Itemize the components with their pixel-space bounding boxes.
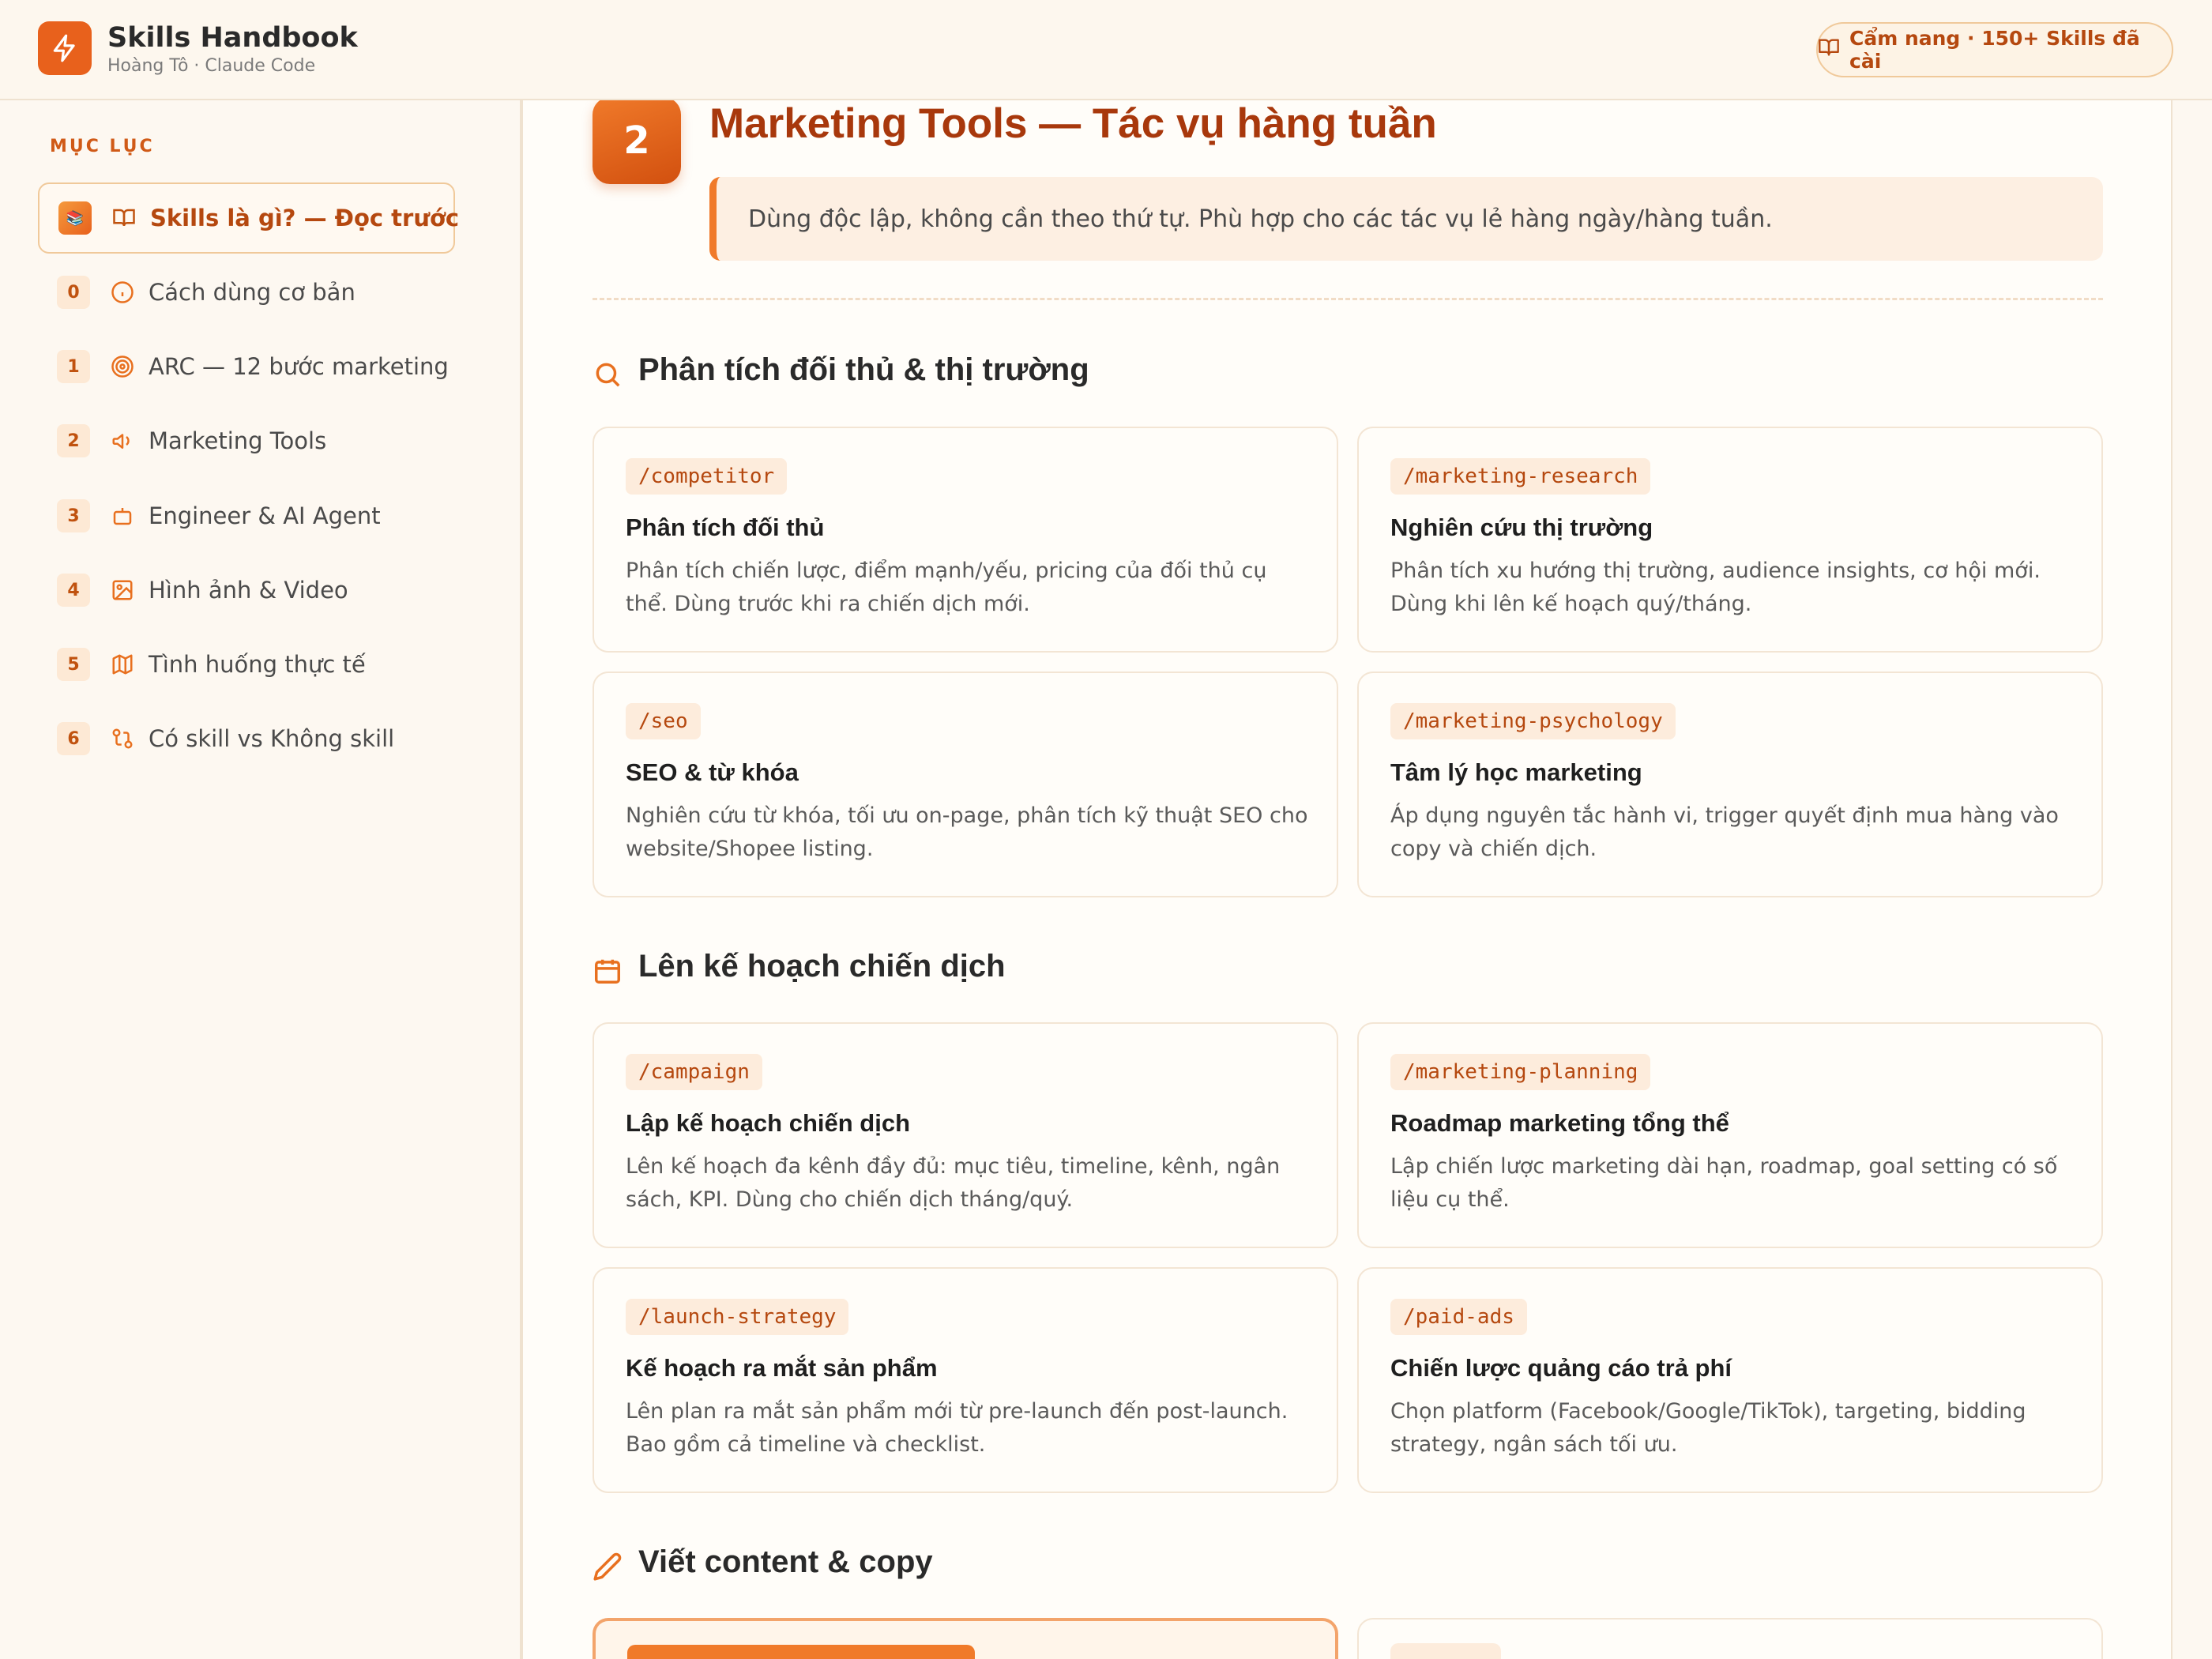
skill-card-marketing-planning[interactable]: /marketing-planning Roadmap marketing tổ…: [1357, 1022, 2103, 1248]
skill-command[interactable]: /marketing-psychology: [1390, 703, 1676, 739]
target-icon: [109, 353, 136, 380]
sidebar-item-compare[interactable]: 6 Có skill vs Không skill: [38, 703, 455, 774]
skill-description: Lên plan ra mắt sản phẩm mới từ pre-laun…: [626, 1399, 1288, 1457]
skill-title: Kế hoạch ra mắt sản phẩm: [626, 1354, 938, 1382]
skill-command-partial[interactable]: [627, 1645, 975, 1659]
sidebar-item-label: Tình huống thực tế: [149, 651, 366, 678]
toc-number: 4: [57, 574, 90, 607]
lightning-logo-icon[interactable]: [38, 21, 92, 75]
skill-description: Phân tích chiến lược, điểm mạnh/yếu, pri…: [626, 559, 1267, 616]
skill-title: Lập kế hoạch chiến dịch: [626, 1109, 911, 1137]
toc-heading: MỤC LỤC: [50, 137, 155, 156]
pencil-icon: [592, 1552, 623, 1582]
skill-command[interactable]: /marketing-planning: [1390, 1054, 1651, 1090]
book-open-icon: [1818, 36, 1840, 63]
group-title: Phân tích đối thủ & thị trường: [638, 352, 1089, 387]
sidebar-item-marketing-tools[interactable]: 2 Marketing Tools: [38, 405, 455, 476]
handbook-badge[interactable]: Cẩm nang · 150+ Skills đã cài: [1816, 22, 2173, 77]
sidebar-item-label: Engineer & AI Agent: [149, 502, 381, 529]
image-icon: [109, 577, 136, 604]
skill-description: Lên kế hoạch đa kênh đầy đủ: mục tiêu, t…: [626, 1154, 1281, 1212]
skill-card-marketing-psychology[interactable]: /marketing-psychology Tâm lý học marketi…: [1357, 672, 2103, 897]
group-title: Lên kế hoạch chiến dịch: [638, 949, 1006, 984]
search-icon: [592, 359, 623, 389]
sidebar-item-label: Cách dùng cơ bản: [149, 279, 356, 306]
sidebar-item-label: Có skill vs Không skill: [149, 725, 395, 752]
calendar-icon: [592, 956, 623, 986]
divider: [592, 298, 2103, 300]
section-title: Marketing Tools — Tác vụ hàng tuần: [709, 100, 1437, 147]
skill-description: Chọn platform (Facebook/Google/TikTok), …: [1390, 1399, 2026, 1457]
bot-icon: [109, 502, 136, 529]
group-title: Viết content & copy: [638, 1544, 933, 1579]
skill-command[interactable]: /seo: [626, 703, 701, 739]
skill-card-campaign[interactable]: /campaign Lập kế hoạch chiến dịch Lên kế…: [592, 1022, 1338, 1248]
badge-label: Cẩm nang · 150+ Skills đã cài: [1849, 27, 2140, 73]
sidebar-item-skills-intro[interactable]: 📚 Skills là gì? — Đọc trước: [38, 182, 459, 254]
skill-description: Áp dụng nguyên tắc hành vi, trigger quyế…: [1390, 803, 2059, 861]
skill-title: Roadmap marketing tổng thể: [1390, 1109, 1729, 1137]
books-icon: 📚: [58, 201, 92, 235]
sidebar-item-real-cases[interactable]: 5 Tình huống thực tế: [38, 629, 455, 700]
toc-number: 1: [57, 350, 90, 383]
skill-command[interactable]: /competitor: [626, 458, 788, 495]
skill-card-paid-ads[interactable]: /paid-ads Chiến lược quảng cáo trả phí C…: [1357, 1267, 2103, 1493]
brand: Skills Handbook Hoàng Tô · Claude Code: [107, 21, 358, 77]
skill-command[interactable]: /paid-ads: [1390, 1299, 1527, 1335]
toc-number: 3: [57, 499, 90, 532]
skill-title: Nghiên cứu thị trường: [1390, 514, 1653, 541]
skill-card-marketing-research[interactable]: /marketing-research Nghiên cứu thị trườn…: [1357, 427, 2103, 653]
toc-number: 6: [57, 722, 90, 755]
skill-description: Nghiên cứu từ khóa, tối ưu on-page, phân…: [626, 803, 1308, 861]
skill-card-partial[interactable]: [1357, 1618, 2103, 1659]
skill-title: SEO & từ khóa: [626, 758, 799, 786]
skill-card-launch-strategy[interactable]: /launch-strategy Kế hoạch ra mắt sản phẩ…: [592, 1267, 1338, 1493]
sidebar-item-label: Hình ảnh & Video: [149, 577, 348, 604]
top-bar: Skills Handbook Hoàng Tô · Claude Code C…: [0, 0, 2212, 100]
sidebar-item-label: ARC — 12 bước marketing: [149, 353, 449, 380]
info-icon: [109, 279, 136, 306]
section-note-text: Dùng độc lập, không cần theo thứ tự. Phù…: [748, 205, 1773, 233]
skill-command[interactable]: /launch-strategy: [626, 1299, 849, 1335]
sidebar-item-label: Marketing Tools: [149, 427, 327, 454]
skill-title: Chiến lược quảng cáo trả phí: [1390, 1354, 1732, 1382]
megaphone-icon: [109, 427, 136, 454]
app-title: Skills Handbook: [107, 22, 358, 54]
sidebar-item-engineer-ai-agent[interactable]: 3 Engineer & AI Agent: [38, 480, 455, 551]
sidebar-item-image-video[interactable]: 4 Hình ảnh & Video: [38, 555, 455, 626]
app-subtitle: Hoàng Tô · Claude Code: [107, 56, 316, 76]
skill-command[interactable]: /marketing-research: [1390, 458, 1651, 495]
skill-title: Phân tích đối thủ: [626, 514, 825, 541]
section-number: 2: [592, 97, 681, 184]
skill-description: Lập chiến lược marketing dài hạn, roadma…: [1390, 1154, 2058, 1212]
skill-command-partial[interactable]: [1390, 1643, 1501, 1659]
section-note: Dùng độc lập, không cần theo thứ tự. Phù…: [709, 177, 2103, 261]
git-compare-icon: [109, 725, 136, 752]
skill-title: Tâm lý học marketing: [1390, 758, 1642, 786]
toc-number: 2: [57, 424, 90, 457]
toc-number: 0: [57, 276, 90, 309]
skill-card-competitor[interactable]: /competitor Phân tích đối thủ Phân tích …: [592, 427, 1338, 653]
sidebar: MỤC LỤC 📚 Skills là gì? — Đọc trước 0 Cá…: [0, 100, 521, 1659]
skill-command[interactable]: /campaign: [626, 1054, 762, 1090]
toc-number: 5: [57, 648, 90, 681]
skill-card-partial-highlight[interactable]: [592, 1618, 1338, 1659]
skill-card-seo[interactable]: /seo SEO & từ khóa Nghiên cứu từ khóa, t…: [592, 672, 1338, 897]
map-icon: [109, 651, 136, 678]
book-open-icon: [111, 205, 137, 231]
sidebar-item-label: Skills là gì? — Đọc trước: [150, 205, 460, 231]
skill-description: Phân tích xu hướng thị trường, audience …: [1390, 559, 2041, 616]
sidebar-item-arc[interactable]: 1 ARC — 12 bước marketing: [38, 331, 455, 402]
sidebar-item-basic-usage[interactable]: 0 Cách dùng cơ bản: [38, 257, 455, 328]
